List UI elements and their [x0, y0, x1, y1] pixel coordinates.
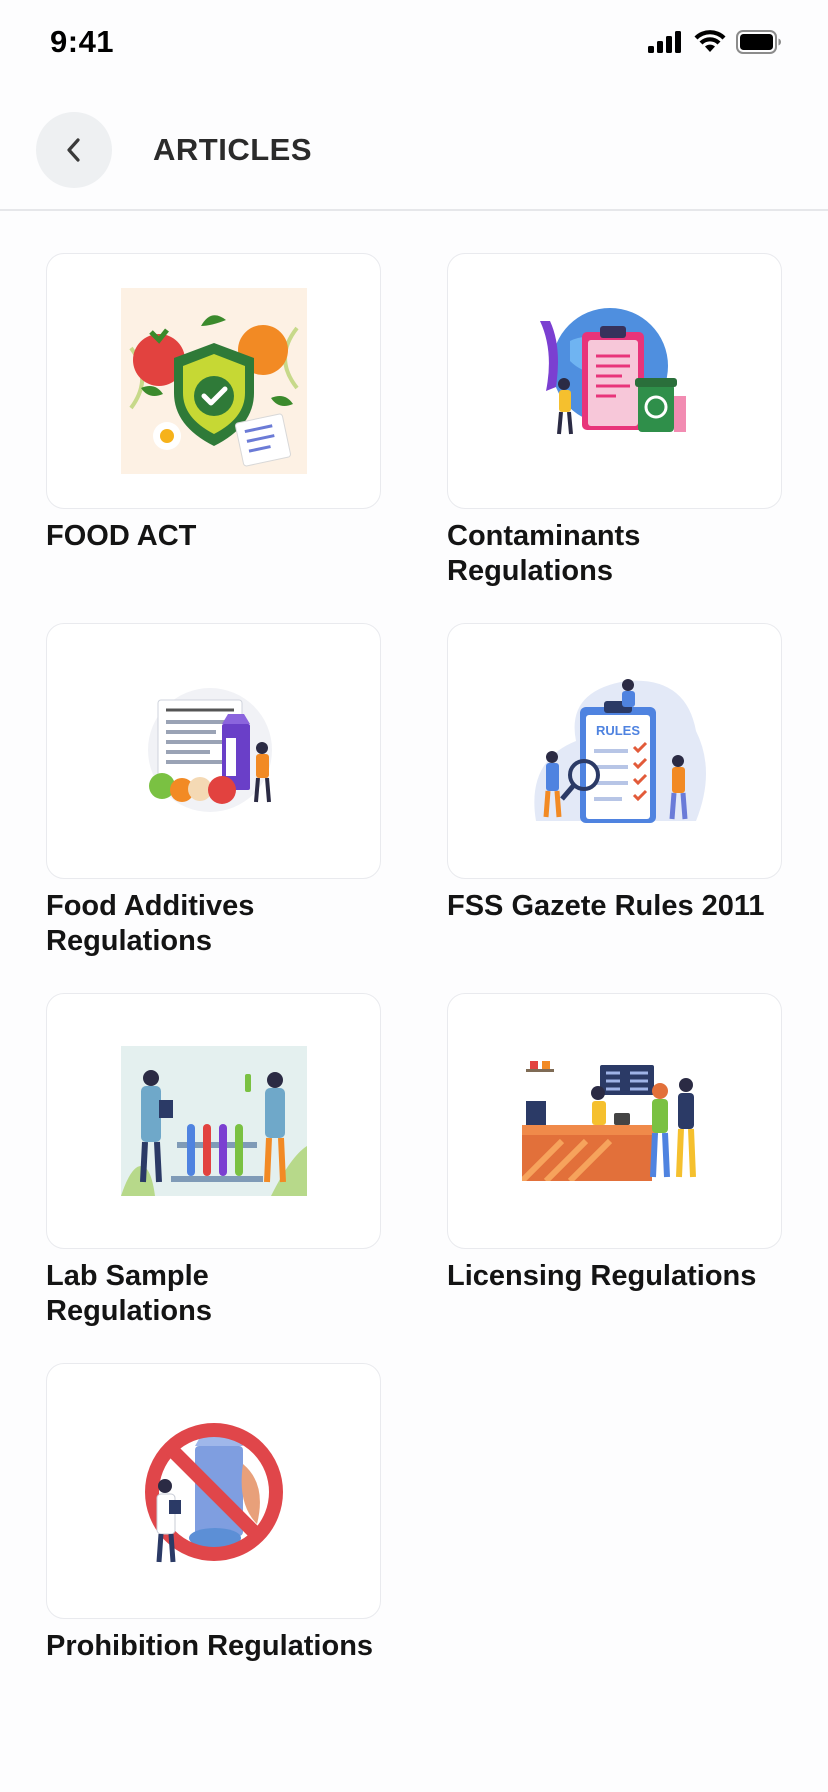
article-card-food-act[interactable]: FOOD ACT: [46, 253, 381, 554]
prohibited-food-illustration-icon: [144, 1423, 283, 1563]
article-label: Licensing Regulations: [447, 1260, 757, 1292]
article-card-licensing-regulations[interactable]: Licensing Regulations: [447, 993, 782, 1294]
shop-counter-illustration-icon: [521, 1061, 696, 1181]
page-title: ARTICLES: [153, 132, 312, 167]
chevron-left-icon: [67, 138, 80, 162]
status-icons: [648, 30, 782, 54]
article-label: FOOD ACT: [46, 520, 197, 552]
lab-test-tubes-illustration-icon: [120, 1046, 307, 1196]
article-label: Prohibition Regulations: [46, 1630, 374, 1662]
article-tile[interactable]: [447, 993, 782, 1249]
rules-checklist-illustration-icon: RULES: [533, 679, 706, 823]
article-tile[interactable]: [447, 253, 782, 509]
article-label: Lab Sample Regulations: [46, 1260, 212, 1327]
cellular-signal-icon: [648, 31, 681, 53]
article-label: Food Additives Regulations: [46, 890, 255, 957]
article-card-food-additives-regulations[interactable]: Food Additives Regulations: [46, 623, 381, 959]
article-tile[interactable]: [46, 253, 381, 509]
status-bar: 9:41: [0, 0, 828, 90]
nutrition-facts-milk-illustration-icon: [147, 688, 272, 812]
back-button[interactable]: [36, 112, 112, 188]
rules-illustration-text: RULES: [595, 723, 639, 738]
article-card-lab-sample-regulations[interactable]: Lab Sample Regulations: [46, 993, 381, 1329]
article-label: Contaminants Regulations: [447, 520, 641, 587]
article-tile[interactable]: RULES: [447, 623, 782, 879]
clipboard-globe-recycle-illustration-icon: [539, 308, 686, 435]
status-time: 9:41: [50, 24, 115, 59]
article-tile[interactable]: [46, 623, 381, 879]
food-safety-shield-illustration-icon: [120, 288, 307, 474]
wifi-icon: [694, 30, 726, 52]
article-label: FSS Gazete Rules 2011: [447, 890, 765, 922]
article-card-fss-gazete-rules[interactable]: RULES FSS Gazete Rules 2011: [447, 623, 782, 924]
article-card-prohibition-regulations[interactable]: Prohibition Regulations: [46, 1363, 381, 1664]
article-tile[interactable]: [46, 993, 381, 1249]
app-header: ARTICLES: [0, 90, 828, 211]
article-card-contaminants-regulations[interactable]: Contaminants Regulations: [447, 253, 782, 589]
article-tile[interactable]: [46, 1363, 381, 1619]
battery-icon: [736, 30, 781, 54]
